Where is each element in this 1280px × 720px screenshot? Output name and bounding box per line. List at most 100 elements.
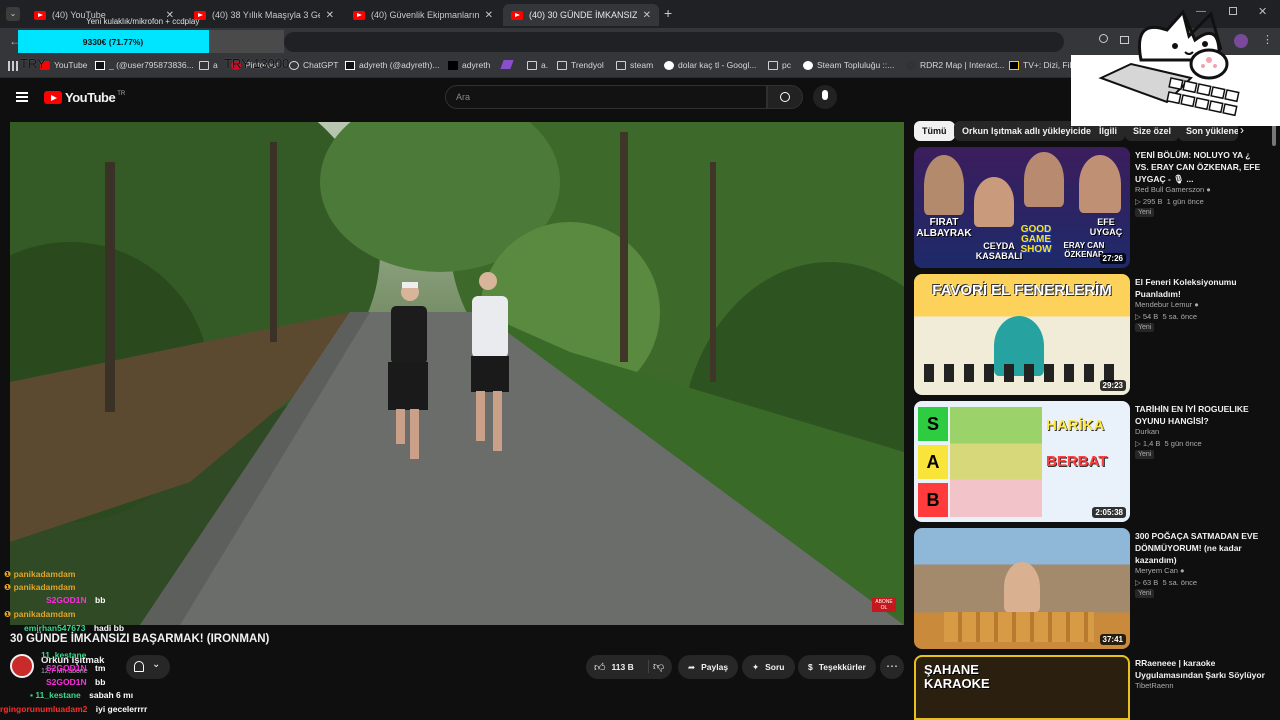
thanks-button[interactable]: $ Teşekkürler — [798, 655, 876, 679]
view-count: 63 B — [1142, 578, 1159, 587]
chat-message: ❶ panikadamdam — [4, 582, 75, 593]
video-thumbnail[interactable]: FIRAT ALBAYRAK CEYDA KASABALI GOOD GAME … — [914, 147, 1130, 268]
sparkle-icon: ✦ — [752, 661, 760, 672]
bookmark-label: ChatGPT — [303, 60, 339, 70]
more-actions-button[interactable]: ⋯ — [880, 655, 904, 679]
bookmark-label: adyreth — [462, 60, 491, 70]
close-tab-icon[interactable]: ✕ — [485, 10, 493, 21]
thumb-caption: FAVORİ EL FENERLERİM — [932, 282, 1112, 299]
hamburger-menu-icon[interactable] — [16, 92, 28, 102]
video-thumbnail[interactable]: ŞAHANE KARAOKE — [914, 655, 1130, 720]
verified-icon: ● — [1180, 566, 1185, 575]
chat-user: 11_kestane — [41, 650, 87, 660]
recommendation-item[interactable]: 37:41 300 POĞAÇA SATMADAN EVE DÖNMÜYORUM… — [914, 528, 1269, 649]
video-title: 30 GÜNDE İMKANSIZI BAŞARMAK! (IRONMAN) — [10, 633, 270, 645]
chat-badge-icon: ❶ — [4, 609, 14, 619]
bookmark-folder-a2[interactable]: a. — [527, 60, 548, 70]
thumb-caption: EFE UYGAÇ — [1089, 217, 1123, 237]
steam-icon — [803, 60, 813, 70]
voice-search-button[interactable] — [813, 85, 837, 109]
recommendation-channel[interactable]: Durkan — [1135, 427, 1159, 436]
channel-avatar[interactable] — [10, 654, 34, 678]
chip-all[interactable]: Tümü — [914, 121, 955, 141]
dislike-button[interactable]: 👎︎ — [648, 660, 664, 673]
video-thumbnail[interactable]: S A B HARİKA BERBAT 2:05:38 — [914, 401, 1130, 522]
map-icon — [906, 60, 916, 70]
folder-icon — [616, 60, 626, 70]
close-tab-icon[interactable]: ✕ — [326, 10, 334, 21]
bookmark-dolar[interactable]: dolar kaç tl - Googl... — [664, 60, 756, 70]
bookmark-label: Trendyol — [571, 60, 604, 70]
recommendation-item[interactable]: ŞAHANE KARAOKE RRaeneee | karaoke Uygula… — [914, 655, 1269, 720]
bookmark-label: pc — [782, 60, 791, 70]
duration-badge: 37:41 — [1099, 634, 1126, 645]
recommendation-channel[interactable]: Meryem Can ● — [1135, 566, 1185, 575]
bookmark-youtube[interactable]: YouTube — [40, 60, 87, 70]
search-button[interactable] — [767, 85, 803, 109]
bookmark-tiktok-user[interactable]: _ (@user795873836... — [95, 60, 194, 70]
url-field[interactable] — [284, 32, 1064, 52]
upload-age: 5 sa. önce — [1162, 578, 1198, 587]
sidebar-scrollbar[interactable] — [1272, 124, 1276, 146]
subscribe-watermark[interactable]: ABONE OL — [872, 598, 896, 612]
bookmark-chatgpt[interactable]: ChatGPT — [289, 60, 338, 70]
search-input[interactable]: Ara — [445, 85, 767, 109]
chat-message: S2GOD1N bb — [46, 595, 105, 605]
bookmark-folder-a[interactable]: a — [199, 60, 218, 70]
thanks-icon: $ — [808, 662, 813, 672]
recommendation-channel[interactable]: Red Bull Gamerszon ● — [1135, 185, 1211, 194]
recommendation-channel[interactable]: Mendebur Lemur ● — [1135, 300, 1199, 309]
video-player[interactable]: ABONE OL — [10, 122, 904, 625]
recommendation-title[interactable]: RRaeneee | karaoke Uygulamasından Şarkı … — [1135, 657, 1265, 681]
tab-search-button[interactable]: ⌄ — [6, 7, 20, 21]
chat-message: S2GOD1N bb — [46, 677, 105, 687]
new-tab-button[interactable]: + — [664, 5, 672, 21]
recommendation-title[interactable]: TARİHİN EN İYİ ROGUELIKE OYUNU HANGİSİ? — [1135, 403, 1265, 427]
bookmark-steam[interactable]: steam — [616, 60, 653, 70]
recommendation-channel[interactable]: TibetRaenn — [1135, 681, 1174, 690]
bookmark-pc[interactable]: pc — [768, 60, 791, 70]
video-thumbnail[interactable]: FAVORİ EL FENERLERİM 29:23 — [914, 274, 1130, 395]
chat-user: panikadamdam — [13, 609, 76, 619]
video-thumbnail[interactable]: 37:41 — [914, 528, 1130, 649]
browser-tab-video-3[interactable]: (40) Güvenlik Ekipmanlarını Sınırl... ✕ — [345, 4, 501, 26]
goal-left-label: TRY — [20, 56, 46, 71]
recommendation-meta: ▷ 295 B 1 gün önce — [1135, 197, 1204, 206]
chatgpt-icon — [289, 60, 299, 70]
bookmark-adyreth-tiktok[interactable]: adyreth (@adyreth)... — [345, 60, 439, 70]
chat-message: 11_kestane — [41, 650, 86, 660]
share-button[interactable]: ➦ Paylaş — [678, 655, 739, 679]
microphone-icon — [822, 90, 828, 100]
thumb-caption: GOOD GAME SHOW — [1020, 224, 1052, 255]
bookmark-steam-community[interactable]: Steam Topluluğu ::... — [803, 60, 894, 70]
chat-text: hadi bb — [93, 623, 125, 633]
notification-bell-button[interactable]: ⌄ — [126, 655, 170, 679]
thumbs-up-icon: 👍︎ — [594, 661, 606, 674]
chat-badge-icon: ❶ — [4, 569, 14, 579]
recommendation-item[interactable]: FAVORİ EL FENERLERİM 29:23 El Feneri Kol… — [914, 274, 1269, 395]
chat-user: 11_kestane — [35, 690, 81, 700]
bookmark-rdr2-map[interactable]: RDR2 Map | Interact... — [906, 60, 1004, 70]
bookmark-adyreth[interactable]: adyreth — [448, 60, 490, 70]
bookmark-label: steam — [630, 60, 654, 70]
recommendation-item[interactable]: S A B HARİKA BERBAT 2:05:38 TARİHİN EN İ… — [914, 401, 1269, 522]
more-horizontal-icon: ⋯ — [886, 659, 898, 673]
recommendation-item[interactable]: FIRAT ALBAYRAK CEYDA KASABALI GOOD GAME … — [914, 147, 1269, 268]
browser-tab-video-2[interactable]: (40) 38 Yıllık Maaşıyla 3 Gece L... ✕ — [186, 4, 342, 26]
apps-grid-icon[interactable] — [8, 61, 18, 71]
ask-button[interactable]: ✦ Soru — [742, 655, 795, 679]
youtube-logo[interactable]: YouTube TR — [44, 90, 125, 105]
recommendation-title[interactable]: El Feneri Koleksiyonumu Puanladım! — [1135, 276, 1265, 300]
like-button[interactable]: 👍︎ 113 B — [586, 655, 642, 679]
bookmark-feather[interactable] — [500, 60, 516, 69]
close-tab-icon[interactable]: ✕ — [643, 10, 651, 21]
thumb-caption: BERBAT — [1046, 453, 1108, 470]
chat-message: ▪ 11_kestane sabah 6 mı — [30, 690, 133, 700]
recommendation-title[interactable]: YENİ BÖLÜM: NOLUYO YA ¿ VS. ERAY CAN ÖZK… — [1135, 149, 1265, 185]
chat-user: emirhan547673 — [24, 623, 86, 633]
recommendation-title[interactable]: 300 POĞAÇA SATMADAN EVE DÖNMÜYORUM! (ne … — [1135, 530, 1265, 566]
chevron-down-icon: ⌄ — [152, 659, 161, 670]
bookmark-trendyol[interactable]: Trendyol — [557, 60, 604, 70]
browser-tab-active[interactable]: (40) 30 GÜNDE İMKANSIZI BAŞ... ✕ — [503, 4, 659, 26]
bookmark-label: dolar kaç tl - Googl... — [678, 60, 757, 70]
